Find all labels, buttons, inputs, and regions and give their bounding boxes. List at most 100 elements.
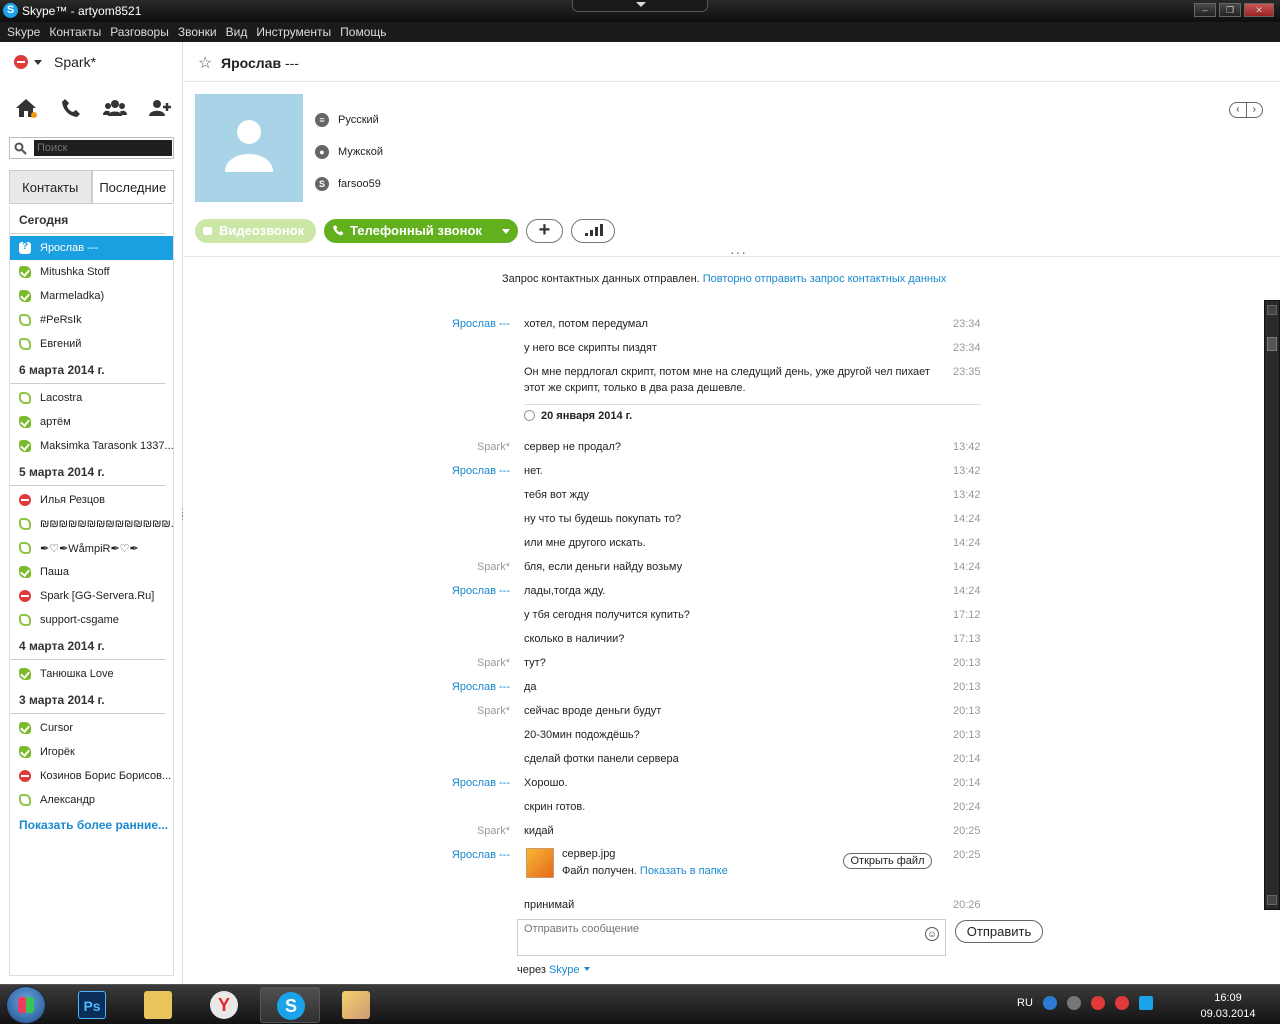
skype-tray-icon[interactable] (1090, 996, 1105, 1010)
chevron-down-icon (636, 2, 646, 7)
contact-item[interactable]: support-csgame (10, 608, 173, 632)
message-time: 20:14 (953, 777, 981, 789)
phone-call-button[interactable]: Телефонный звонок (324, 219, 518, 243)
contact-item[interactable]: #PeRsIk (10, 308, 173, 332)
steam-icon[interactable] (1066, 996, 1081, 1010)
profile-status[interactable]: Spark* (14, 54, 96, 70)
add-button[interactable]: + (526, 219, 563, 243)
contact-item[interactable]: ✒♡✒WåmpiR✒♡✒ (10, 536, 173, 560)
taskbar-yandex[interactable]: Y (194, 987, 254, 1023)
taskbar-skype[interactable]: S (260, 987, 320, 1023)
image-file-icon (526, 848, 554, 878)
group-header: 4 марта 2014 г. (10, 632, 165, 660)
contact-item[interactable]: Mitushka Stoff (10, 260, 173, 284)
message-author: Ярослав --- (451, 585, 510, 597)
contact-item[interactable]: Maksimka Tarasonk 1337... (10, 434, 173, 458)
file-name: сервер.jpg (562, 848, 616, 860)
message-time: 20:25 (953, 849, 981, 861)
add-contact-icon[interactable] (148, 97, 174, 119)
contact-item[interactable]: Евгений (10, 332, 173, 356)
contact-item[interactable]: Паша (10, 560, 173, 584)
tab-contacts[interactable]: Контакты (9, 170, 92, 203)
search-input[interactable] (34, 140, 172, 156)
message-author: Spark* (476, 825, 510, 837)
via-dropdown-icon[interactable] (583, 967, 590, 971)
contact-item[interactable]: Marmeladka) (10, 284, 173, 308)
clock-time: 16:09 (1214, 992, 1242, 1004)
message-text: сервер не продал? (524, 441, 622, 453)
contact-item[interactable]: Козинов Борис Борисов... (10, 764, 173, 788)
photoshop-icon: Ps (78, 991, 106, 1019)
dnd-status-icon (19, 494, 31, 506)
maximize-button[interactable]: ❐ (1219, 3, 1241, 17)
menu-skype[interactable]: Skype (4, 22, 46, 42)
scroll-thumb[interactable] (1267, 337, 1277, 351)
contact-item[interactable]: ₪₪₪₪₪₪₪₪₪₪₪₪₪₪... (10, 512, 173, 536)
menu-help[interactable]: Помощь (337, 22, 392, 42)
network-icon[interactable] (1138, 996, 1153, 1010)
chat-scrollbar[interactable] (1264, 300, 1280, 910)
info-icon[interactable] (1042, 996, 1057, 1010)
contact-item[interactable]: Cursor (10, 716, 173, 740)
contact-name: Илья Резцов (40, 494, 105, 506)
conversation-header: ☆ Ярослав --- (184, 42, 1280, 82)
resize-handle[interactable]: ··· (730, 244, 747, 260)
message-time: 23:34 (953, 342, 981, 354)
taskbar-explorer[interactable] (128, 987, 188, 1023)
tab-recent[interactable]: Последние (91, 170, 174, 203)
contact-item[interactable]: Игорёк (10, 740, 173, 764)
file-status: Файл получен. (562, 865, 637, 877)
message-text: бля, если деньги найду возьму (524, 561, 683, 573)
show-more-link[interactable]: Показать более ранние... (10, 818, 173, 832)
start-button[interactable] (6, 986, 46, 1024)
menu-calls[interactable]: Звонки (175, 22, 223, 42)
contact-item[interactable]: артём (10, 410, 173, 434)
message-input[interactable] (524, 923, 914, 953)
open-file-button[interactable]: Открыть файл (843, 853, 932, 869)
close-button[interactable]: ✕ (1244, 3, 1274, 17)
menu-conversations[interactable]: Разговоры (107, 22, 175, 42)
prev-arrow-icon[interactable]: ‹ (1230, 103, 1247, 117)
collapse-toggle[interactable] (572, 0, 708, 12)
language-indicator[interactable]: RU (1017, 997, 1033, 1009)
contact-name: support-csgame (40, 614, 119, 626)
message-text: у тбя сегодня получится купить? (524, 609, 690, 621)
show-in-folder-link[interactable]: Показать в папке (640, 865, 728, 877)
call-quality-button[interactable] (571, 219, 615, 243)
contact-item[interactable]: Илья Резцов (10, 488, 173, 512)
taskbar-paint[interactable] (326, 987, 386, 1023)
favorite-star-icon[interactable]: ☆ (198, 53, 212, 73)
message-text: лады,тогда жду. (524, 585, 606, 597)
skype-tray-icon-2[interactable] (1114, 996, 1129, 1010)
dropdown-arrow-icon[interactable] (502, 229, 510, 234)
message-text: да (524, 681, 537, 693)
home-icon[interactable] (14, 97, 40, 119)
menu-tools[interactable]: Инструменты (253, 22, 337, 42)
emoticon-icon[interactable]: ☺ (925, 927, 939, 941)
via-skype-link[interactable]: Skype (549, 964, 580, 976)
next-arrow-icon[interactable]: › (1247, 103, 1263, 117)
contact-item[interactable]: Ярослав --- (10, 236, 173, 260)
message-text: сколько в наличии? (524, 633, 625, 645)
resend-request-link[interactable]: Повторно отправить запрос контактных дан… (703, 273, 947, 285)
menu-contacts[interactable]: Контакты (46, 22, 107, 42)
contact-item[interactable]: Александр (10, 788, 173, 812)
send-button[interactable]: Отправить (955, 920, 1043, 943)
contact-name: Александр (40, 794, 96, 806)
menu-view[interactable]: Вид (223, 22, 254, 42)
contact-item[interactable]: Танюшка Love (10, 662, 173, 686)
message-text: или мне другого искать. (524, 537, 646, 549)
video-call-button[interactable]: Видеозвонок (195, 219, 316, 243)
clock[interactable]: 16:09 09.03.2014 (1196, 990, 1260, 1022)
contact-item[interactable]: Lacostra (10, 386, 173, 410)
phone-icon[interactable] (59, 97, 85, 119)
date-separator: 20 января 2014 г. (524, 404, 981, 422)
contact-name: Евгений (40, 338, 82, 350)
taskbar-photoshop[interactable]: Ps (62, 987, 122, 1023)
skype-id-icon: S (315, 177, 329, 191)
minimize-button[interactable]: – (1194, 3, 1216, 17)
scroll-down-icon[interactable] (1267, 895, 1277, 905)
contact-item[interactable]: Spark [GG-Servera.Ru] (10, 584, 173, 608)
scroll-up-icon[interactable] (1267, 305, 1277, 315)
group-icon[interactable] (103, 97, 129, 119)
